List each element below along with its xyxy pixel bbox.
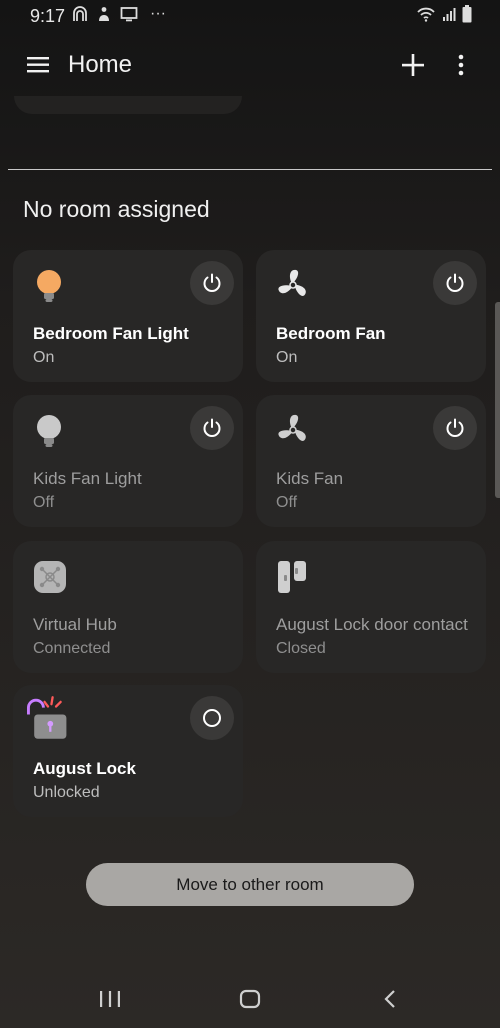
more-options-button[interactable] [446, 48, 476, 82]
signal-icon [443, 8, 456, 21]
device-state: Off [276, 494, 298, 511]
status-time: 9:17 [30, 6, 66, 26]
device-state: Unlocked [33, 784, 100, 801]
system-nav-bar [0, 970, 500, 1028]
device-name: August Lock [33, 759, 136, 778]
wifi-icon [417, 7, 435, 22]
add-button[interactable] [396, 48, 430, 82]
back-button[interactable] [370, 984, 410, 1014]
lock-toggle-button[interactable] [190, 696, 234, 740]
device-name: Kids Fan [276, 469, 344, 488]
section-title: No room assigned [23, 196, 210, 222]
recent-apps-icon [100, 991, 120, 1007]
device-state: Off [33, 494, 55, 511]
power-icon [446, 418, 464, 437]
screen-cast-icon [120, 7, 138, 22]
device-state: On [33, 349, 55, 366]
device-card-kids-fan[interactable]: Kids Fan Off [256, 395, 486, 527]
recent-apps-button[interactable] [90, 984, 130, 1014]
device-name: Bedroom Fan [276, 324, 386, 343]
device-state: Connected [33, 640, 111, 657]
status-bar: 9:17 ··· [0, 0, 500, 30]
hamburger-menu-icon [27, 57, 49, 73]
arch-notification-icon [73, 6, 87, 21]
person-notification-icon [99, 7, 109, 21]
page-title: Home [68, 51, 133, 78]
device-card-august-lock-door-contact[interactable]: August Lock door contact Closed [256, 541, 486, 673]
scrollbar[interactable] [495, 302, 500, 498]
device-state: On [276, 349, 298, 366]
power-button[interactable] [433, 406, 477, 450]
fan-icon [278, 269, 306, 296]
power-icon [203, 273, 221, 292]
device-card-august-lock[interactable]: August Lock Unlocked [13, 685, 243, 817]
power-button[interactable] [190, 261, 234, 305]
more-notifications-icon: ··· [150, 5, 166, 22]
lightbulb-icon [37, 270, 61, 302]
more-vertical-icon [458, 54, 464, 76]
back-icon [384, 990, 395, 1008]
battery-icon [462, 5, 472, 23]
lightbulb-icon [37, 415, 61, 447]
home-icon [239, 989, 261, 1009]
power-icon [203, 418, 221, 437]
device-card-bedroom-fan[interactable]: Bedroom Fan On [256, 250, 486, 382]
hub-icon [34, 561, 66, 593]
plus-icon [402, 54, 424, 76]
divider [8, 169, 492, 170]
previous-card-edge [14, 96, 242, 114]
menu-button[interactable] [24, 50, 54, 80]
device-name: Bedroom Fan Light [33, 324, 189, 343]
device-name: Kids Fan Light [33, 469, 142, 488]
device-name: August Lock door contact [276, 615, 468, 634]
power-button[interactable] [190, 406, 234, 450]
move-to-other-room-button[interactable]: Move to other room [86, 863, 414, 906]
circle-icon [203, 709, 221, 727]
device-name: Virtual Hub [33, 615, 117, 634]
home-button[interactable] [230, 984, 270, 1014]
fan-icon [278, 414, 306, 441]
power-icon [446, 273, 464, 292]
device-state: Closed [276, 640, 326, 657]
lock-icon [27, 696, 67, 739]
app-bar: Home [0, 40, 500, 90]
device-card-bedroom-fan-light[interactable]: Bedroom Fan Light On [13, 250, 243, 382]
power-button[interactable] [433, 261, 477, 305]
device-card-virtual-hub[interactable]: Virtual Hub Connected [13, 541, 243, 673]
door-sensor-icon [278, 561, 306, 593]
device-card-kids-fan-light[interactable]: Kids Fan Light Off [13, 395, 243, 527]
